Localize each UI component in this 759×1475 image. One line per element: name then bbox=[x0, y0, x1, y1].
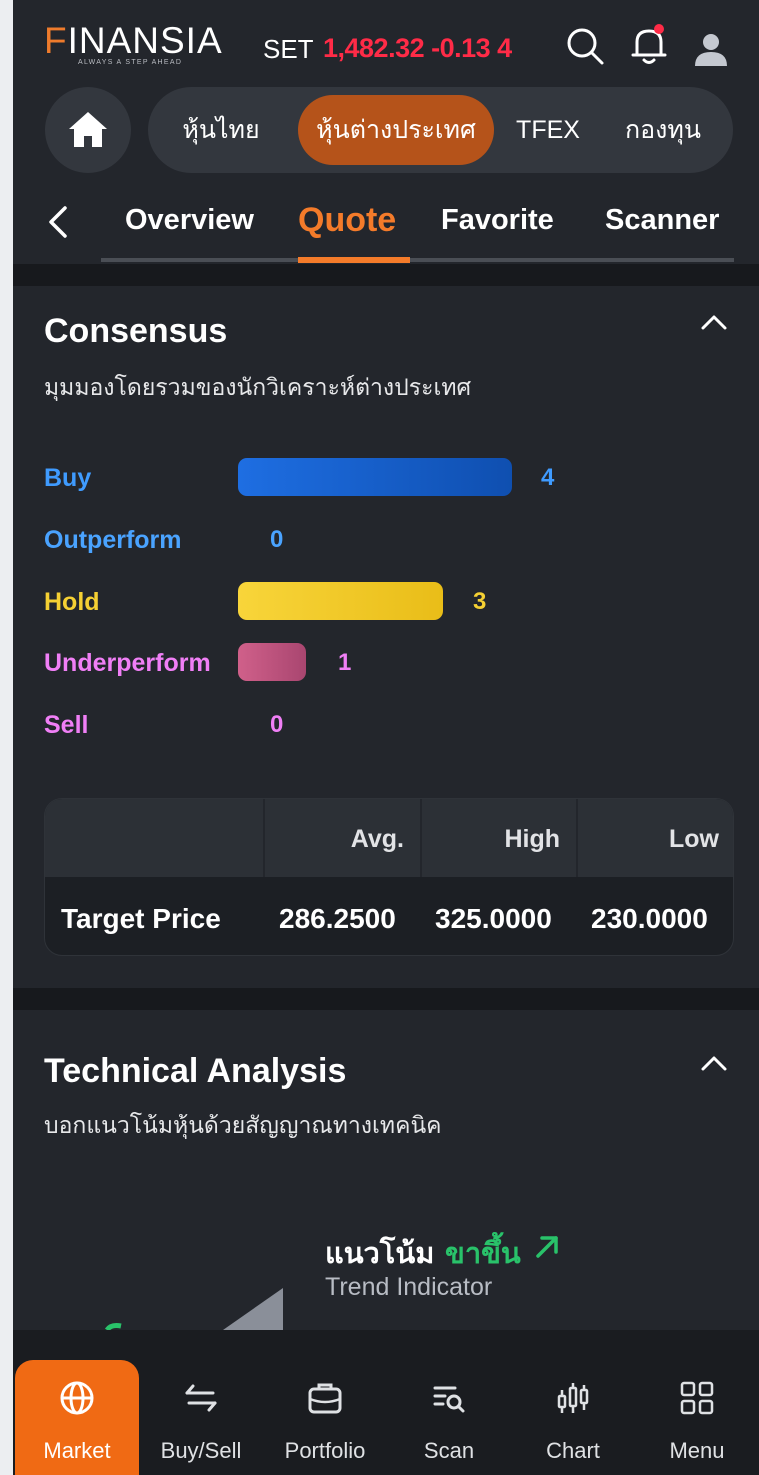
target-price-table: Avg. High Low Target Price 286.2500 325.… bbox=[44, 798, 734, 956]
candlestick-icon bbox=[557, 1383, 589, 1413]
header-cell-high: High bbox=[420, 799, 576, 877]
briefcase-icon bbox=[308, 1383, 342, 1414]
technical-title: Technical Analysis bbox=[44, 1052, 347, 1090]
technical-subtitle: บอกแนวโน้มหุ้นด้วยสัญญาณทางเทคนิค bbox=[44, 1112, 442, 1138]
rating-count: 4 bbox=[541, 464, 555, 491]
chevron-up-icon[interactable] bbox=[699, 1053, 729, 1073]
nav-label: Menu bbox=[669, 1438, 725, 1463]
search-icon[interactable] bbox=[565, 26, 605, 66]
set-index-label: SET bbox=[263, 34, 314, 64]
tab-funds[interactable]: กองทุน bbox=[610, 95, 716, 165]
target-price-high: 325.0000 bbox=[435, 903, 552, 934]
scan-icon bbox=[433, 1386, 465, 1413]
trend-value: ขาขึ้น bbox=[445, 1238, 521, 1270]
rating-label: Sell bbox=[44, 711, 89, 739]
consensus-title: Consensus bbox=[44, 312, 228, 350]
header-cell-low: Low bbox=[576, 799, 733, 877]
home-icon bbox=[69, 112, 107, 147]
bottom-navigation: Market Buy/Sell Portfolio Scan Chart Men… bbox=[13, 1330, 759, 1475]
header-low: Low bbox=[669, 825, 719, 853]
rating-bar bbox=[238, 582, 443, 620]
rating-row-buy: Buy 4 bbox=[44, 458, 744, 498]
tab-scanner[interactable]: Scanner bbox=[605, 204, 719, 237]
rating-bar bbox=[238, 643, 306, 681]
active-tab-indicator bbox=[298, 257, 410, 263]
home-button[interactable] bbox=[45, 87, 131, 173]
globe-icon bbox=[60, 1381, 94, 1415]
swap-icon bbox=[185, 1384, 217, 1412]
rating-row-hold: Hold 3 bbox=[44, 582, 744, 622]
sub-tab-bar: Overview Quote Favorite Scanner bbox=[13, 190, 759, 264]
rating-count: 0 bbox=[270, 526, 284, 553]
target-price-low: 230.0000 bbox=[591, 903, 708, 934]
consensus-subtitle: มุมมองโดยรวมของนักวิเคราะห์ต่างประเทศ bbox=[44, 374, 472, 400]
tab-foreign-stocks[interactable]: หุ้นต่างประเทศ bbox=[298, 95, 494, 165]
market-tab-bar: หุ้นไทย หุ้นต่างประเทศ TFEX กองทุน bbox=[148, 87, 733, 173]
header-avg: Avg. bbox=[350, 825, 404, 853]
logo-wordmark: FINANSIA bbox=[44, 22, 223, 60]
rating-row-underperform: Underperform 1 bbox=[44, 643, 744, 683]
nav-label: Portfolio bbox=[284, 1438, 366, 1463]
tab-overview[interactable]: Overview bbox=[125, 204, 254, 237]
tab-thai-stocks[interactable]: หุ้นไทย bbox=[166, 95, 276, 165]
app-screen: FINANSIA ALWAYS A STEP AHEAD SET 1,482.3… bbox=[13, 0, 759, 1475]
rating-count: 1 bbox=[338, 649, 352, 676]
nav-menu[interactable]: Menu bbox=[635, 1360, 759, 1475]
nav-buy-sell[interactable]: Buy/Sell bbox=[139, 1360, 263, 1475]
nav-label: Market bbox=[43, 1438, 111, 1463]
trend-label: แนวโน้ม bbox=[325, 1238, 435, 1270]
section-divider bbox=[13, 264, 759, 286]
nav-label: Chart bbox=[546, 1438, 600, 1463]
tab-quote[interactable]: Quote bbox=[298, 201, 396, 240]
arrow-up-right-icon bbox=[536, 1236, 558, 1258]
chevron-up-icon[interactable] bbox=[699, 312, 729, 332]
rating-row-outperform: Outperform 0 bbox=[44, 520, 744, 560]
logo-rest: INANSIA bbox=[67, 20, 223, 61]
target-price-label: Target Price bbox=[61, 903, 221, 934]
nav-chart[interactable]: Chart bbox=[511, 1360, 635, 1475]
header-cell-avg: Avg. bbox=[263, 799, 420, 877]
set-index-value: 1,482.32 -0.13 4 bbox=[323, 33, 512, 63]
rating-count: 3 bbox=[473, 588, 487, 615]
target-price-avg: 286.2500 bbox=[279, 903, 396, 934]
rating-label: Underperform bbox=[44, 649, 211, 677]
rating-count: 0 bbox=[270, 711, 284, 738]
grid-icon bbox=[680, 1381, 714, 1415]
user-icon[interactable] bbox=[692, 30, 730, 68]
rating-bar bbox=[238, 458, 512, 496]
section-divider bbox=[13, 988, 759, 1010]
finansia-logo[interactable]: FINANSIA ALWAYS A STEP AHEAD bbox=[44, 22, 223, 67]
nav-portfolio[interactable]: Portfolio bbox=[263, 1360, 387, 1475]
notification-dot bbox=[654, 24, 664, 34]
rating-row-sell: Sell 0 bbox=[44, 705, 744, 745]
rating-label: Buy bbox=[44, 464, 92, 492]
tab-tfex[interactable]: TFEX bbox=[508, 95, 588, 165]
nav-scan[interactable]: Scan bbox=[387, 1360, 511, 1475]
nav-label: Buy/Sell bbox=[160, 1438, 242, 1463]
trend-gauge bbox=[104, 1288, 283, 1330]
nav-label: Scan bbox=[423, 1438, 475, 1463]
rating-label: Outperform bbox=[44, 526, 182, 554]
logo-letter: F bbox=[44, 20, 68, 61]
tab-favorite[interactable]: Favorite bbox=[441, 204, 554, 237]
tab-divider bbox=[101, 258, 734, 262]
trend-indicator-label: Trend Indicator bbox=[325, 1273, 493, 1301]
rating-label: Hold bbox=[44, 588, 100, 616]
chevron-left-icon[interactable] bbox=[43, 202, 73, 242]
nav-market[interactable]: Market bbox=[15, 1360, 139, 1475]
table-header: Avg. High Low bbox=[45, 799, 733, 877]
top-header: FINANSIA ALWAYS A STEP AHEAD SET 1,482.3… bbox=[13, 0, 759, 84]
header-high: High bbox=[504, 825, 560, 853]
